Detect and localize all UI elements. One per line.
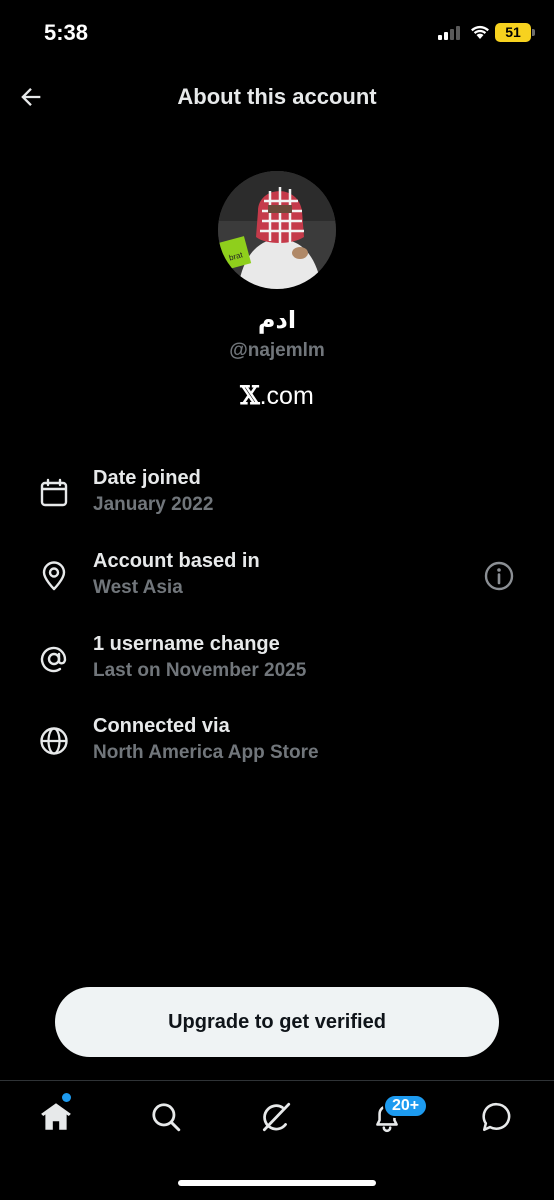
info-row-title: Date joined: [93, 467, 201, 489]
status-bar: 5:38 51: [0, 0, 554, 66]
info-row-subtitle: Last on November 2025: [93, 660, 307, 681]
calendar-icon: [40, 478, 68, 507]
wifi-icon: [471, 25, 489, 39]
location-pin-icon: [42, 561, 66, 591]
tab-grok[interactable]: [254, 1095, 298, 1139]
info-row-subtitle: West Asia: [93, 577, 183, 598]
info-row-title: Account based in: [93, 550, 260, 572]
status-time: 5:38: [44, 20, 89, 45]
avatar-photo: brat: [218, 171, 336, 289]
info-row-username-change: 1 username change Last on November 2025: [0, 631, 554, 691]
upgrade-verified-button[interactable]: Upgrade to get verified: [55, 987, 499, 1057]
globe-icon: [40, 727, 68, 755]
display-name: ادم: [257, 306, 297, 334]
tab-home[interactable]: [34, 1095, 78, 1139]
info-row-account-based-in: Account based in West Asia: [0, 548, 554, 608]
username-handle: @najemlm: [229, 340, 325, 361]
notifications-badge: 20+: [383, 1094, 429, 1118]
info-row-connected-via: Connected via North America App Store: [0, 713, 554, 773]
info-row-text: Connected via North America App Store: [93, 713, 319, 767]
site-suffix: .com: [259, 382, 314, 410]
site-label: 𝕏.com: [0, 381, 554, 411]
info-row-title: Connected via: [93, 715, 230, 737]
messages-icon: [482, 1102, 511, 1132]
battery-tip: [532, 29, 535, 36]
page-title: About this account: [177, 84, 377, 109]
grok-icon: [262, 1102, 291, 1132]
avatar[interactable]: brat: [218, 171, 336, 289]
home-unread-dot: [62, 1093, 71, 1102]
info-row-text: 1 username change Last on November 2025: [93, 631, 306, 685]
at-sign-icon: [40, 646, 67, 673]
header: About this account: [0, 66, 554, 128]
info-row-text: Date joined January 2022: [93, 465, 213, 519]
battery-level: 51: [505, 24, 521, 40]
info-row-subtitle: January 2022: [93, 494, 214, 515]
about-account-screen: 5:38 51 About this account brat ادم @naj…: [0, 0, 554, 1200]
battery-icon: 51: [495, 23, 531, 42]
home-icon: [41, 1103, 71, 1130]
tab-search[interactable]: [144, 1095, 188, 1139]
info-row-date-joined: Date joined January 2022: [0, 465, 554, 525]
tab-messages[interactable]: [475, 1095, 519, 1139]
info-row-text: Account based in West Asia: [93, 548, 260, 602]
home-indicator: [178, 1180, 376, 1186]
info-row-title: 1 username change: [93, 633, 280, 655]
cellular-signal-icon: [438, 26, 460, 40]
x-logo-mark: 𝕏: [240, 381, 260, 410]
info-row-subtitle: North America App Store: [93, 742, 319, 763]
search-icon: [152, 1103, 181, 1132]
info-icon[interactable]: [483, 560, 515, 592]
